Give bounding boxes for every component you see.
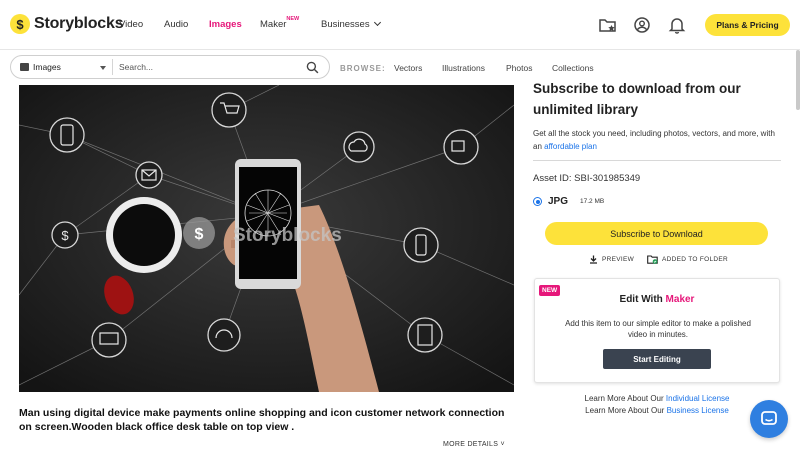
nav-audio[interactable]: Audio [164,19,188,30]
maker-card: NEW Edit With Maker Add this item to our… [534,278,780,383]
nav-maker-label: Maker [260,19,287,30]
search-divider [112,59,113,75]
account-icon[interactable] [632,15,652,35]
folder-check-icon [647,255,658,264]
subscribe-download-button[interactable]: Subscribe to Download [545,222,768,245]
learn-prefix: Learn More About Our [585,406,667,415]
search-box: Images [10,55,330,79]
preview-label: PREVIEW [602,256,635,263]
storyblocks-logo[interactable]: $ Storyblocks [10,14,124,34]
bell-icon[interactable] [667,15,687,35]
asset-type-label: Images [33,62,61,72]
asset-type-select[interactable]: Images [20,62,61,72]
added-to-folder-label: ADDED TO FOLDER [662,256,729,263]
caret-down-icon[interactable] [100,66,106,70]
saved-folder-icon[interactable] [598,15,618,35]
plans-pricing-button[interactable]: Plans & Pricing [705,14,790,36]
logo-mark-icon: $ [10,14,30,34]
photo-illustration: $ $ Storyblocks [19,85,514,392]
format-option-jpg[interactable]: JPG 17.2 MB [533,196,604,207]
divider [533,160,781,161]
download-icon [590,255,597,264]
learn-prefix: Learn More About Our [584,394,666,403]
chevron-down-icon [373,18,381,27]
browse-collections[interactable]: Collections [552,63,594,73]
browse-label: BROWSE: [340,64,386,73]
browse-vectors[interactable]: Vectors [394,63,422,73]
format-name: JPG [548,196,569,207]
maker-card-body: Add this item to our simple editor to ma… [565,319,751,339]
top-navigation-bar: $ Storyblocks Video Audio Images MakerNE… [0,0,800,50]
start-editing-button[interactable]: Start Editing [603,349,711,369]
watermark-mark: $ [195,226,204,243]
maker-brand: Maker [665,294,695,305]
nav-video[interactable]: Video [119,19,143,30]
image-description: Man using digital device make payments o… [19,407,505,433]
affordable-plan-link[interactable]: affordable plan [544,142,597,151]
format-size: 17.2 MB [580,198,605,205]
learn-individual: Learn More About Our Individual License [533,394,781,403]
stock-photo[interactable]: $ $ Storyblocks [19,85,514,392]
asset-id: Asset ID: SBI-301985349 [533,173,641,184]
watermark-text: Storyblocks [233,225,342,246]
page-scrollbar[interactable] [796,50,800,110]
chat-icon [761,411,777,425]
maker-new-badge: NEW [286,16,300,22]
subscribe-body: Get all the stock you need, including ph… [533,127,783,153]
preview-button[interactable]: PREVIEW [589,255,634,264]
individual-license-link[interactable]: Individual License [666,394,730,403]
logo-text: Storyblocks [34,15,124,32]
more-details-link[interactable]: MORE DETAILS ˅ [443,441,505,448]
maker-card-title-prefix: Edit With [619,294,666,305]
business-license-link[interactable]: Business License [667,406,729,415]
image-icon [20,63,29,71]
maker-card-title: Edit With Maker [535,294,779,305]
svg-text:$: $ [61,228,69,243]
browse-photos[interactable]: Photos [506,63,532,73]
nav-businesses-label: Businesses [321,19,370,30]
nav-businesses[interactable]: Businesses [321,18,381,30]
added-to-folder-button[interactable]: ADDED TO FOLDER [647,255,728,264]
search-input[interactable] [119,60,299,74]
browse-illustrations[interactable]: Illustrations [442,63,485,73]
nav-images[interactable]: Images [209,19,242,30]
chevron-down-icon: ˅ [500,441,505,448]
more-details-label: MORE DETAILS [443,441,499,448]
learn-business: Learn More About Our Business License [533,406,781,415]
search-icon[interactable] [306,61,319,74]
chat-button[interactable] [750,400,788,438]
format-radio[interactable] [533,197,542,206]
subscribe-heading: Subscribe to download from our unlimited… [533,81,741,117]
nav-maker[interactable]: MakerNEW [260,16,300,30]
